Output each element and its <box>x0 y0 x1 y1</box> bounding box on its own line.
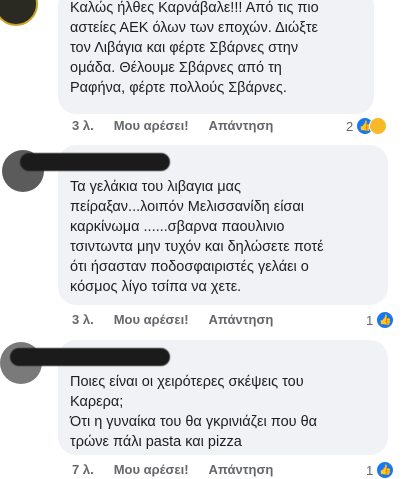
comment-bubble-1: Καλώς ήλθες Καρνάβαλε!!! Από τις πιο αστ… <box>58 0 374 114</box>
thumbs-up-icon: 👍 <box>376 311 395 329</box>
reaction-summary-3[interactable]: 1 👍 <box>366 461 395 479</box>
reaction-count-1: 2 <box>346 118 354 134</box>
comment-time-3[interactable]: 7 λ. <box>72 462 94 477</box>
comment-time-2[interactable]: 3 λ. <box>72 312 94 327</box>
reaction-count-3: 1 <box>366 462 374 478</box>
comment-actions-1: 3 λ. Μου αρέσει! Απάντηση <box>72 118 293 133</box>
comment-text-3: Ποιες είναι οι χειρότερες σκέψεις του Κα… <box>70 374 318 450</box>
comment-actions-3: 7 λ. Μου αρέσει! Απάντηση <box>72 462 293 477</box>
reply-button-3[interactable]: Απάντηση <box>209 462 274 477</box>
comment-time-1[interactable]: 3 λ. <box>72 118 94 133</box>
like-button-2[interactable]: Μου αρέσει! <box>114 312 189 327</box>
comment-bubble-3: Ποιες είναι οι χειρότερες σκέψεις του Κα… <box>10 340 388 455</box>
reply-button-1[interactable]: Απάντηση <box>209 118 274 133</box>
commenter-name-redacted-2 <box>20 153 170 171</box>
reaction-summary-2[interactable]: 1 👍 <box>366 311 395 329</box>
comment-bubble-2: Τα γελάκια του λιβαγια μας πείραξαν...λο… <box>20 145 388 305</box>
comment-actions-2: 3 λ. Μου αρέσει! Απάντηση <box>72 312 293 327</box>
haha-emoji-icon <box>369 117 388 135</box>
comment-text-2: Τα γελάκια του λιβαγια μας πείραξαν...λο… <box>70 179 324 295</box>
comment-text-1: Καλώς ήλθες Καρνάβαλε!!! Από τις πιο αστ… <box>70 0 319 96</box>
reaction-summary-1[interactable]: 2 👍 <box>346 117 388 135</box>
reaction-count-2: 1 <box>366 312 374 328</box>
thumbs-up-icon: 👍 <box>376 461 395 479</box>
commenter-name-redacted-3 <box>10 348 170 366</box>
commenter-avatar-1[interactable] <box>0 0 38 26</box>
like-button-1[interactable]: Μου αρέσει! <box>114 118 189 133</box>
reply-button-2[interactable]: Απάντηση <box>209 312 274 327</box>
like-button-3[interactable]: Μου αρέσει! <box>114 462 189 477</box>
